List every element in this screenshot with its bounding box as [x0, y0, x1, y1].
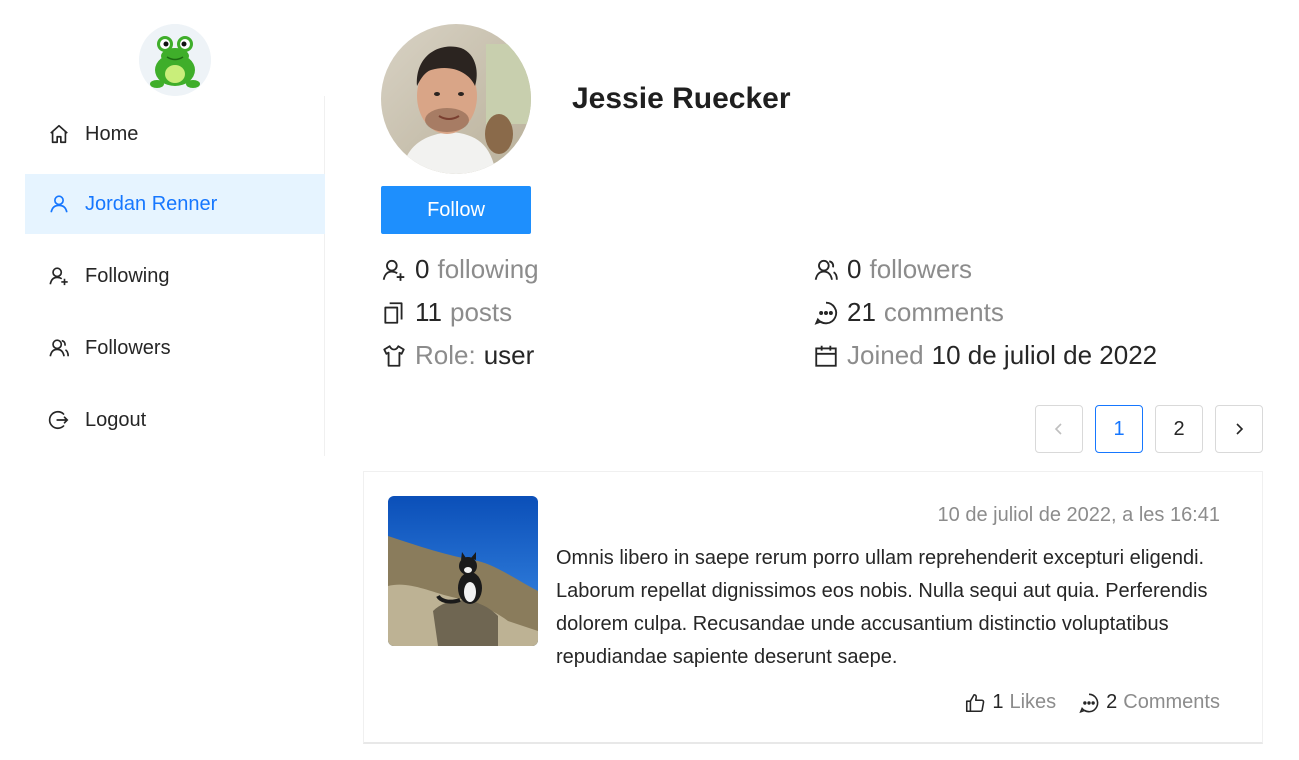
comments-count: 2	[1106, 691, 1118, 713]
following-count: 0	[415, 254, 430, 284]
shirt-icon	[381, 343, 407, 369]
likes-label: Likes	[1009, 691, 1057, 713]
copy-icon	[381, 300, 407, 326]
profile-name: Jessie Ruecker	[572, 82, 791, 115]
home-icon	[48, 123, 70, 145]
like-button[interactable]: 1 Likes	[964, 691, 1056, 714]
pagination-next-button[interactable]	[1215, 405, 1263, 453]
followers-label: followers	[869, 254, 973, 284]
calendar-icon	[813, 343, 839, 369]
joined-label: Joined	[847, 340, 924, 370]
sidebar-item-label: Logout	[85, 408, 147, 431]
posts-count: 11	[415, 297, 442, 327]
chevron-right-icon	[1236, 423, 1244, 435]
joined-stat: Joined 10 de juliol de 2022	[813, 340, 1157, 371]
chevron-left-icon	[1054, 423, 1062, 435]
post-actions: 1 Likes 2 Comments	[964, 691, 1220, 714]
post-text: Omnis libero in saepe rerum porro ullam …	[556, 547, 1208, 668]
sidebar-item-followers[interactable]: Followers	[25, 318, 324, 378]
users-icon	[813, 257, 839, 283]
comments-count: 21	[847, 297, 876, 327]
sidebar-item-home[interactable]: Home	[25, 104, 324, 164]
user-add-icon	[381, 257, 407, 283]
comments-button[interactable]: 2 Comments	[1078, 691, 1220, 714]
following-label: following	[437, 254, 539, 284]
sidebar-menu: Home Jordan Renner Following Followers L…	[25, 96, 325, 456]
pagination-page-1[interactable]: 1	[1095, 405, 1143, 453]
sidebar-item-label: Following	[85, 264, 170, 287]
logout-icon	[48, 409, 70, 431]
app-logo[interactable]	[139, 24, 211, 96]
role-label: Role:	[415, 340, 476, 370]
sidebar-item-label: Jordan Renner	[85, 192, 218, 215]
post-card[interactable]: 10 de juliol de 2022, a les 16:41 Omnis …	[363, 471, 1263, 744]
joined-date: 10 de juliol de 2022	[931, 340, 1158, 370]
comment-icon	[813, 300, 839, 326]
sidebar-item-label: Home	[85, 122, 139, 145]
posts-stat: 11 posts	[381, 297, 512, 328]
sidebar-item-logout[interactable]: Logout	[25, 390, 324, 450]
posts-label: posts	[450, 297, 513, 327]
frog-logo-icon	[139, 24, 211, 96]
following-stat[interactable]: 0 following	[381, 254, 539, 285]
sidebar-item-label: Followers	[85, 336, 171, 359]
users-icon	[48, 337, 70, 359]
like-icon	[964, 692, 986, 714]
post-date: 10 de juliol de 2022, a les 16:41	[937, 504, 1220, 526]
comments-label: Comments	[1123, 691, 1220, 713]
user-add-icon	[48, 265, 70, 287]
comment-icon	[1078, 692, 1100, 714]
comments-stat: 21 comments	[813, 297, 1004, 328]
followers-stat[interactable]: 0 followers	[813, 254, 972, 285]
profile-avatar	[381, 24, 531, 174]
pagination-page-2[interactable]: 2	[1155, 405, 1203, 453]
sidebar-item-following[interactable]: Following	[25, 246, 324, 306]
role-value: user	[483, 340, 535, 370]
comments-label: comments	[883, 297, 1004, 327]
followers-count: 0	[847, 254, 862, 284]
pagination-prev-button[interactable]	[1035, 405, 1083, 453]
follow-button[interactable]: Follow	[381, 186, 531, 234]
sidebar-item-profile[interactable]: Jordan Renner	[25, 174, 325, 234]
role-stat: Role: user	[381, 340, 534, 371]
likes-count: 1	[992, 691, 1004, 713]
user-icon	[48, 193, 70, 215]
post-image[interactable]	[388, 496, 538, 646]
